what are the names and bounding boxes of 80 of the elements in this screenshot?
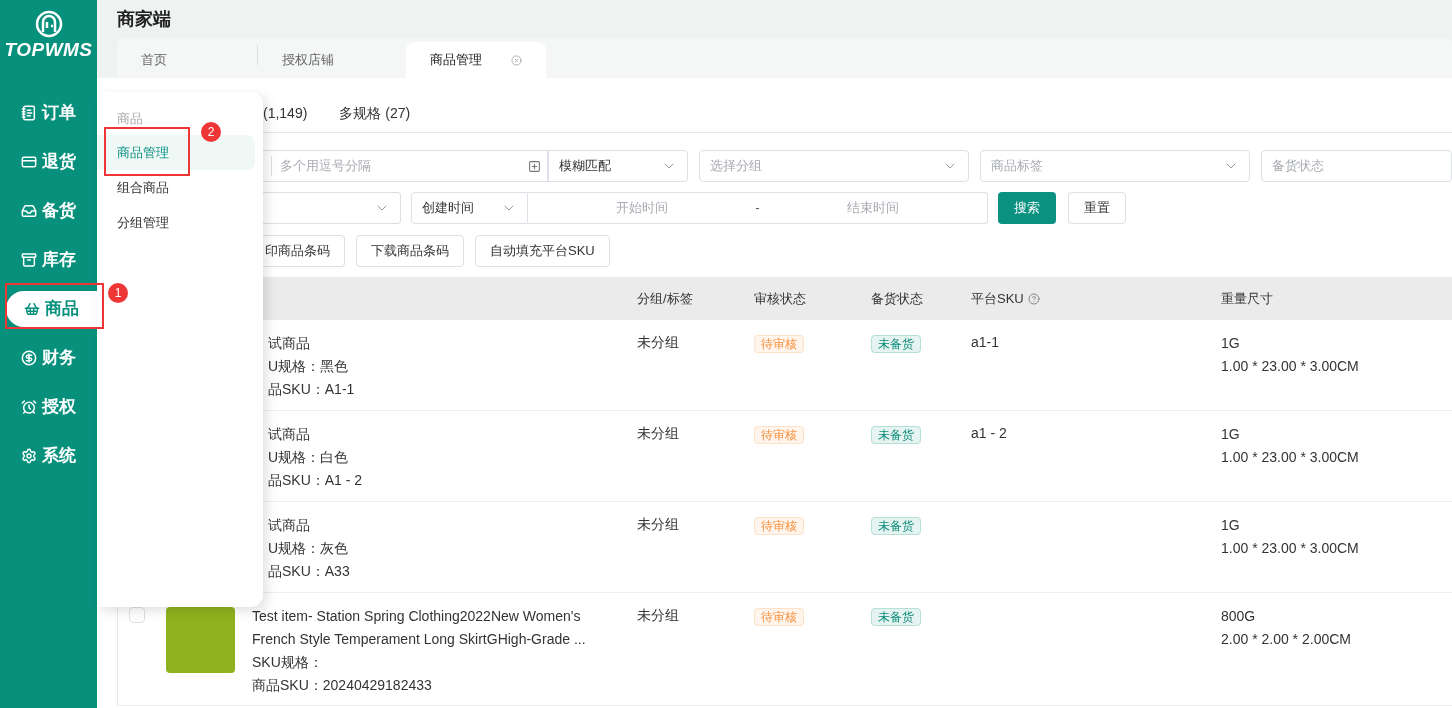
- action-button[interactable]: 自动填充平台SKU: [475, 235, 610, 267]
- column-header: 审核状态: [754, 289, 806, 308]
- menu-icon: [21, 399, 37, 415]
- size-text: 1.00 * 23.00 * 3.00CM: [1221, 539, 1360, 558]
- page-tab[interactable]: 授权店铺: [258, 42, 398, 78]
- count-tab[interactable]: 多规格 (27): [339, 103, 411, 124]
- sidebar-item[interactable]: 授权: [0, 389, 97, 425]
- reset-button[interactable]: 重置: [1068, 192, 1126, 224]
- product-info-text: U规格：黑色: [268, 357, 350, 376]
- menu-icon: [21, 252, 37, 268]
- close-icon[interactable]: [511, 54, 522, 66]
- count-tab[interactable]: (1,149): [263, 103, 308, 124]
- platform-sku-text: a1-1: [971, 334, 1000, 350]
- add-icon[interactable]: [528, 159, 541, 173]
- menu-icon: [21, 154, 37, 170]
- menu-icon: [21, 350, 37, 366]
- product-info-text: French Style Temperament Long SkirtGHigh-Grade ...: [252, 630, 587, 649]
- page-title: 商家端: [116, 7, 172, 31]
- product-info-text: 试商品: [268, 516, 311, 535]
- group-text: 未分组: [637, 425, 679, 441]
- sidebar-item[interactable]: 备货: [0, 193, 97, 229]
- column-header: 平台SKU: [971, 289, 1024, 308]
- product-info-text: Test item- Station Spring Clothing2022New Women's: [252, 607, 582, 626]
- elephant-logo-icon: [33, 10, 64, 38]
- audit-status-tag: 待审核: [754, 426, 804, 444]
- date-range-field[interactable]: 开始时间 - 结束时间: [528, 192, 988, 224]
- sidebar-item[interactable]: 订单: [0, 95, 97, 131]
- submenu-item[interactable]: 组合商品: [97, 170, 255, 205]
- logo-text: TOPWMS: [4, 40, 93, 59]
- product-info-text: 品SKU：A1-1: [268, 380, 356, 399]
- weight-text: 800G: [1221, 607, 1257, 626]
- weight-text: 1G: [1221, 516, 1241, 535]
- product-info-text: 品SKU：A1 - 2: [268, 471, 364, 490]
- page-tab[interactable]: 商品管理: [406, 42, 546, 78]
- product-info-text: 品SKU：A33: [268, 562, 351, 581]
- menu-icon: [21, 105, 37, 121]
- stock-status-tag: 未备货: [871, 517, 921, 535]
- search-button[interactable]: 搜索: [998, 192, 1056, 224]
- row-checkbox[interactable]: [129, 607, 145, 623]
- group-text: 未分组: [637, 516, 679, 532]
- menu-icon: [24, 301, 40, 317]
- submenu-title: 商品: [117, 110, 143, 128]
- product-info-text: 商品SKU：20240429182433: [252, 676, 433, 695]
- select-field[interactable]: 模糊匹配: [548, 150, 688, 182]
- help-icon[interactable]: [1027, 292, 1040, 305]
- product-info-text: U规格：白色: [268, 448, 350, 467]
- stock-status-tag: 未备货: [871, 335, 921, 353]
- menu-icon: [21, 203, 37, 219]
- stock-status-tag: 未备货: [871, 608, 921, 626]
- audit-status-tag: 待审核: [754, 335, 804, 353]
- menu-icon: [21, 448, 37, 464]
- sidebar-item[interactable]: 商品: [6, 291, 97, 327]
- sidebar-item[interactable]: 系统: [0, 438, 97, 474]
- sidebar-item[interactable]: 财务: [0, 340, 97, 376]
- size-text: 2.00 * 2.00 * 2.00CM: [1221, 630, 1352, 649]
- weight-text: 1G: [1221, 425, 1241, 444]
- product-info-text: U规格：灰色: [268, 539, 350, 558]
- product-info-text: 试商品: [268, 334, 311, 353]
- size-text: 1.00 * 23.00 * 3.00CM: [1221, 357, 1360, 376]
- size-text: 1.00 * 23.00 * 3.00CM: [1221, 448, 1360, 467]
- column-header: 重量尺寸: [1221, 289, 1273, 308]
- submenu-item[interactable]: 分组管理: [97, 205, 255, 240]
- weight-text: 1G: [1221, 334, 1241, 353]
- sidebar-item[interactable]: 退货: [0, 144, 97, 180]
- action-button[interactable]: 下载商品条码: [356, 235, 464, 267]
- product-info-text: 试商品: [268, 425, 311, 444]
- page-tab[interactable]: 首页: [117, 42, 257, 78]
- product-info-text: SKU规格：: [252, 653, 324, 672]
- annotation-number: 2: [201, 122, 221, 142]
- submenu-item[interactable]: 商品管理: [97, 135, 255, 170]
- group-text: 未分组: [637, 607, 679, 623]
- platform-sku-text: a1 - 2: [971, 425, 1007, 441]
- column-header: 备货状态: [871, 289, 923, 308]
- sidebar-item[interactable]: 库存: [0, 242, 97, 278]
- select-field[interactable]: 创建时间: [411, 192, 528, 224]
- stock-status-tag: 未备货: [871, 426, 921, 444]
- group-text: 未分组: [637, 334, 679, 350]
- column-header: 分组/标签: [637, 289, 693, 308]
- audit-status-tag: 待审核: [754, 608, 804, 626]
- audit-status-tag: 待审核: [754, 517, 804, 535]
